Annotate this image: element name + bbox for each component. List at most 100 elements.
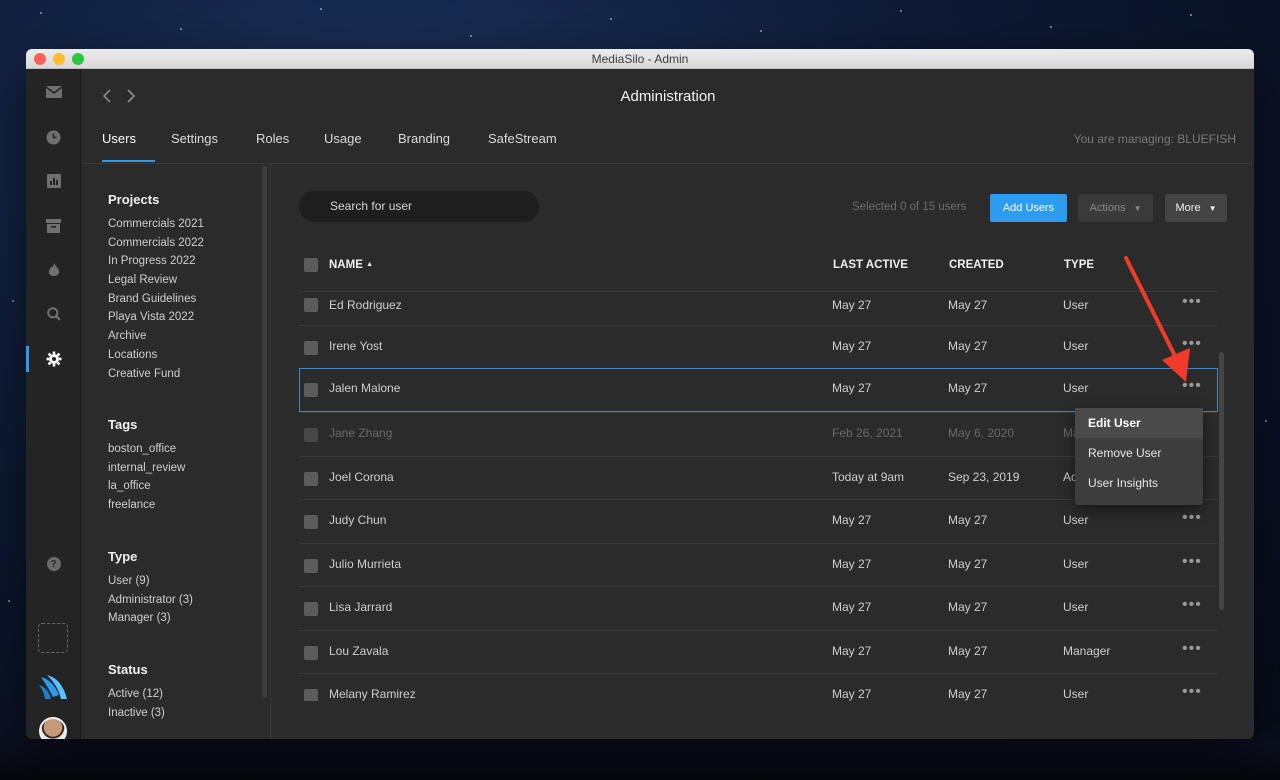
filter-item[interactable]: Playa Vista 2022 [108,308,204,327]
filter-item[interactable]: User (9) [108,572,193,591]
filter-item[interactable]: Administrator (3) [108,591,193,610]
filter-item[interactable]: Manager (3) [108,609,193,628]
filter-heading-tags: Tags [108,417,138,432]
user-name: Jalen Malone [329,381,401,395]
more-options-icon[interactable]: ••• [1182,683,1202,701]
tab-roles[interactable]: Roles [256,131,324,163]
caret-down-icon: ▼ [1208,203,1217,213]
more-options-icon[interactable]: ••• [1182,509,1202,527]
created-date: Sep 23, 2019 [948,469,1020,484]
user-name: Ed Rodriguez [329,298,402,312]
more-options-icon[interactable]: ••• [1182,293,1202,311]
filter-item[interactable]: Locations [108,346,204,365]
last-active: May 27 [832,381,872,395]
actions-label: Actions [1089,202,1126,214]
selection-count: Selected 0 of 15 users [852,201,967,213]
last-active: May 27 [832,687,872,701]
row-checkbox[interactable] [304,558,318,573]
column-name-label: NAME [329,259,363,271]
row-checkbox[interactable] [304,298,318,312]
search-input[interactable]: Search for user [299,191,539,222]
more-options-icon[interactable]: ••• [1182,553,1202,571]
more-options-icon[interactable]: ••• [1182,640,1202,658]
archive-icon[interactable] [26,213,81,239]
user-name: Melany Ramirez [329,687,416,701]
more-options-icon[interactable]: ••• [1182,377,1202,395]
mail-icon[interactable] [26,79,81,105]
filter-item[interactable]: Commercials 2022 [108,234,204,253]
gear-icon[interactable] [26,346,81,372]
user-type: User [1063,513,1089,527]
table-row[interactable]: Melany Ramirez May 27 May 27 User ••• [299,673,1217,701]
table-row[interactable]: Jalen Malone May 27 May 27 User ••• [299,368,1218,412]
column-last-active-header[interactable]: LAST ACTIVE [833,259,908,271]
row-checkbox[interactable] [304,689,318,701]
more-dropdown[interactable]: More ▼ [1165,194,1227,222]
filter-item[interactable]: freelance [108,496,185,515]
menu-item-user-insights[interactable]: User Insights [1075,468,1203,498]
table-row[interactable]: Irene Yost May 27 May 27 User ••• [299,325,1217,369]
tab-branding[interactable]: Branding [398,131,488,163]
workspace-placeholder[interactable] [38,623,68,653]
active-tab-indicator [102,160,155,162]
user-avatar[interactable] [39,717,67,739]
admin-tabs: Users Settings Roles Usage Branding Safe… [102,131,578,163]
table-row[interactable]: Lou Zavala May 27 May 27 Manager ••• [299,629,1217,674]
add-users-button[interactable]: Add Users [990,194,1067,222]
tab-safestream[interactable]: SafeStream [488,131,578,163]
menu-item-remove-user[interactable]: Remove User [1075,438,1203,468]
table-header: NAME ▲ LAST ACTIVE CREATED TYPE [299,258,1244,290]
filter-item[interactable]: Inactive (3) [108,704,165,723]
more-options-icon[interactable]: ••• [1182,335,1202,353]
table-row[interactable]: Julio Murrieta May 27 May 27 User ••• [299,542,1217,587]
user-name: Judy Chun [329,513,387,527]
last-active: May 27 [832,600,872,614]
clock-icon[interactable] [26,124,81,150]
user-name: Julio Murrieta [329,556,402,571]
filter-item[interactable]: In Progress 2022 [108,252,204,271]
column-type-header[interactable]: TYPE [1064,259,1094,271]
table-scrollbar[interactable] [1219,352,1224,610]
row-checkbox[interactable] [304,515,318,529]
menu-item-edit-user[interactable]: Edit User [1075,408,1203,438]
filter-scrollbar[interactable] [262,166,267,698]
tab-usage[interactable]: Usage [324,131,398,163]
filter-item[interactable]: Active (12) [108,685,165,704]
tab-users[interactable]: Users [102,131,171,163]
row-checkbox[interactable] [304,341,318,355]
mediasilo-logo[interactable] [39,673,69,701]
user-name: Irene Yost [329,339,383,353]
row-checkbox[interactable] [304,471,318,486]
filter-item[interactable]: Legal Review [108,271,204,290]
row-checkbox[interactable] [304,645,318,660]
last-active: May 27 [832,513,872,527]
table-row[interactable]: Lisa Jarrard May 27 May 27 User ••• [299,586,1217,630]
created-date: May 27 [948,556,988,571]
filter-item[interactable]: Commercials 2021 [108,215,204,234]
window-titlebar[interactable]: MediaSilo - Admin [26,49,1254,69]
row-checkbox[interactable] [304,602,318,616]
table-row[interactable]: Judy Chun May 27 May 27 User ••• [299,499,1217,543]
select-all-checkbox[interactable] [304,258,318,272]
filter-item[interactable]: Brand Guidelines [108,290,204,309]
more-options-icon[interactable]: ••• [1182,596,1202,614]
filter-heading-type: Type [108,549,138,564]
filter-item[interactable]: boston_office [108,440,185,459]
flame-icon[interactable] [26,257,81,283]
filter-item[interactable]: la_office [108,477,185,496]
created-date: May 6, 2020 [948,426,1015,440]
search-icon[interactable] [26,301,81,327]
help-icon[interactable]: ? [26,551,81,577]
filter-item[interactable]: Archive [108,327,204,346]
column-name-header[interactable]: NAME ▲ [329,259,373,271]
last-active: Feb 26, 2021 [832,426,903,440]
actions-dropdown[interactable]: Actions ▼ [1078,194,1153,222]
tab-settings[interactable]: Settings [171,131,256,163]
column-created-header[interactable]: CREATED [949,259,1004,271]
row-checkbox[interactable] [304,428,318,442]
filter-item[interactable]: internal_review [108,459,185,478]
user-type: Manager [1063,643,1111,658]
chart-icon[interactable] [26,168,81,194]
filter-item[interactable]: Creative Fund [108,365,204,384]
row-checkbox[interactable] [304,383,318,397]
